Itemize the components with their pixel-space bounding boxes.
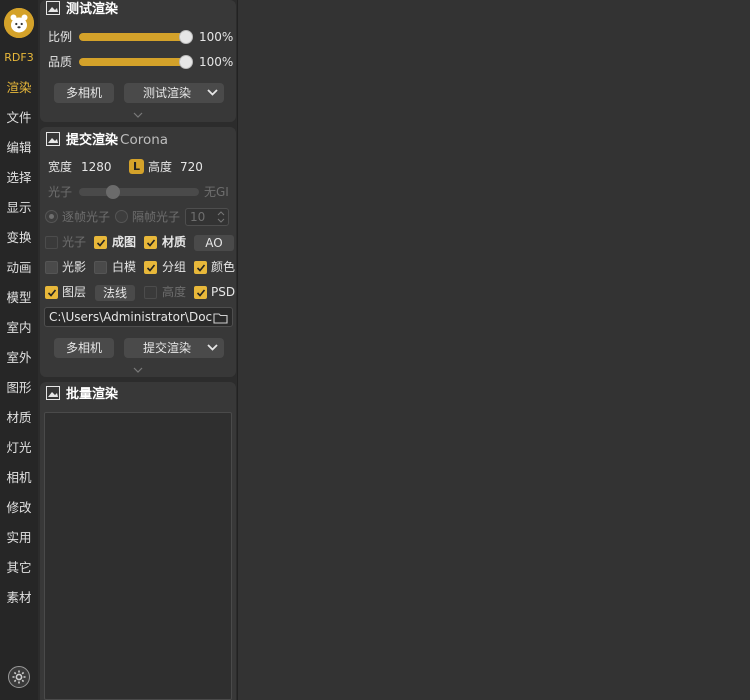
final-image-label: 成图 bbox=[112, 235, 137, 249]
height-value[interactable]: 720 bbox=[180, 159, 203, 175]
multi-camera-button[interactable]: 多相机 bbox=[54, 83, 114, 103]
photon-checkbox[interactable] bbox=[45, 236, 58, 249]
nav-item-select[interactable]: 选择 bbox=[0, 168, 38, 188]
chevron-down-icon bbox=[207, 83, 218, 110]
photon-slider[interactable] bbox=[79, 185, 199, 199]
material-label: 材质 bbox=[162, 235, 187, 249]
batch-render-header[interactable]: 批量渲染 bbox=[46, 385, 118, 405]
quality-label: 品质 bbox=[48, 55, 73, 69]
test-render-title: 测试渲染 bbox=[66, 2, 119, 17]
nav-item-model[interactable]: 模型 bbox=[0, 288, 38, 308]
final-image-checkbox[interactable] bbox=[94, 236, 107, 249]
height-checkbox[interactable] bbox=[144, 286, 157, 299]
per-frame-photon-label: 逐帧光子 bbox=[62, 210, 111, 224]
lock-ratio-toggle[interactable]: L bbox=[129, 159, 144, 174]
nav-item-transform[interactable]: 变换 bbox=[0, 228, 38, 248]
ao-button[interactable]: AO bbox=[194, 235, 234, 251]
photon-check-label: 光子 bbox=[62, 235, 87, 249]
nav-item-utility[interactable]: 实用 bbox=[0, 528, 38, 548]
layer-label: 图层 bbox=[62, 285, 87, 299]
nav-item-assets[interactable]: 素材 bbox=[0, 588, 38, 608]
material-checkbox[interactable] bbox=[144, 236, 157, 249]
submit-render-dropdown[interactable]: 提交渲染 bbox=[124, 338, 224, 358]
white-model-checkbox[interactable] bbox=[94, 261, 107, 274]
gear-icon[interactable] bbox=[8, 666, 30, 688]
collapse-chevron-icon[interactable] bbox=[128, 366, 148, 376]
batch-render-title: 批量渲染 bbox=[66, 387, 119, 402]
photon-slider-knob[interactable] bbox=[106, 185, 120, 199]
ratio-slider[interactable] bbox=[79, 30, 193, 44]
height-check-label: 高度 bbox=[162, 285, 187, 299]
width-label: 宽度 bbox=[48, 160, 73, 174]
ratio-slider-knob[interactable] bbox=[179, 30, 193, 44]
quality-value: 100% bbox=[199, 55, 234, 69]
nav-item-exterior[interactable]: 室外 bbox=[0, 348, 38, 368]
collapse-chevron-icon[interactable] bbox=[128, 111, 148, 121]
interval-spinner[interactable]: 10 bbox=[185, 208, 229, 226]
psd-checkbox[interactable] bbox=[194, 286, 207, 299]
submit-render-dropdown-label: 提交渲染 bbox=[142, 341, 191, 355]
per-frame-photon-radio[interactable] bbox=[45, 210, 58, 223]
quality-slider-knob[interactable] bbox=[179, 55, 193, 69]
test-render-dropdown[interactable]: 测试渲染 bbox=[124, 83, 224, 103]
image-icon bbox=[46, 386, 60, 400]
nav-item-interior[interactable]: 室内 bbox=[0, 318, 38, 338]
width-value[interactable]: 1280 bbox=[81, 159, 112, 175]
nav-item-light[interactable]: 灯光 bbox=[0, 438, 38, 458]
output-path-field[interactable]: C:\Users\Administrator\Doc bbox=[44, 307, 233, 327]
psd-label: PSD bbox=[211, 285, 236, 299]
ratio-value: 100% bbox=[199, 30, 234, 44]
interval-value: 10 bbox=[190, 210, 206, 224]
nav-item-edit[interactable]: 编辑 bbox=[0, 138, 38, 158]
chevron-down-icon bbox=[207, 338, 218, 365]
nav-item-camera[interactable]: 相机 bbox=[0, 468, 38, 488]
batch-render-section: 批量渲染 bbox=[40, 382, 236, 700]
submit-render-header[interactable]: 提交渲染 Corona bbox=[46, 130, 168, 150]
submit-multi-camera-button[interactable]: 多相机 bbox=[54, 338, 114, 358]
color-checkbox[interactable] bbox=[194, 261, 207, 274]
group-label: 分组 bbox=[162, 260, 187, 274]
quality-slider[interactable] bbox=[79, 55, 193, 69]
nav-item-file[interactable]: 文件 bbox=[0, 108, 38, 128]
photon-slider-label: 光子 bbox=[48, 185, 73, 199]
nav-item-animation[interactable]: 动画 bbox=[0, 258, 38, 278]
app-logo-icon[interactable] bbox=[4, 8, 34, 38]
layer-checkbox[interactable] bbox=[45, 286, 58, 299]
light-shadow-label: 光影 bbox=[62, 260, 87, 274]
quality-slider-fill bbox=[79, 58, 189, 66]
ratio-label: 比例 bbox=[48, 30, 73, 44]
white-model-label: 白模 bbox=[112, 260, 137, 274]
nav-item-shape[interactable]: 图形 bbox=[0, 378, 38, 398]
normal-button[interactable]: 法线 bbox=[95, 285, 135, 301]
nav-item-modify[interactable]: 修改 bbox=[0, 498, 38, 518]
brand-label: RDF3 bbox=[4, 51, 34, 64]
test-render-dropdown-label: 测试渲染 bbox=[142, 86, 191, 100]
image-icon bbox=[46, 132, 60, 146]
nav-item-other[interactable]: 其它 bbox=[0, 558, 38, 578]
submit-render-section: 提交渲染 Corona 宽度 1280 L 高度 720 光子 无GI 逐帧光子 … bbox=[40, 127, 236, 377]
nav-item-material[interactable]: 材质 bbox=[0, 408, 38, 428]
image-icon bbox=[46, 1, 60, 15]
left-nav-rail: RDF3 渲染 文件 编辑 选择 显示 变换 动画 模型 室内 室外 图形 材质… bbox=[0, 0, 38, 700]
group-checkbox[interactable] bbox=[144, 261, 157, 274]
interval-photon-label: 隔帧光子 bbox=[132, 210, 181, 224]
output-path-value: C:\Users\Administrator\Doc bbox=[49, 310, 213, 324]
spinner-arrows-icon[interactable] bbox=[217, 209, 225, 227]
batch-render-list[interactable] bbox=[44, 412, 232, 700]
nav-item-render[interactable]: 渲染 bbox=[0, 78, 38, 98]
submit-render-title: 提交渲染 bbox=[66, 133, 119, 148]
color-label: 颜色 bbox=[211, 260, 236, 274]
interval-photon-radio[interactable] bbox=[115, 210, 128, 223]
test-render-section: 测试渲染 比例 100% 品质 100% 多相机 测试渲染 bbox=[40, 0, 236, 122]
nav-item-display[interactable]: 显示 bbox=[0, 198, 38, 218]
folder-icon[interactable] bbox=[213, 311, 229, 326]
test-render-header[interactable]: 测试渲染 bbox=[46, 0, 118, 20]
no-gi-label: 无GI bbox=[204, 185, 229, 199]
height-label: 高度 bbox=[148, 160, 173, 174]
ratio-slider-fill bbox=[79, 33, 189, 41]
engine-label: Corona bbox=[120, 132, 169, 148]
light-shadow-checkbox[interactable] bbox=[45, 261, 58, 274]
